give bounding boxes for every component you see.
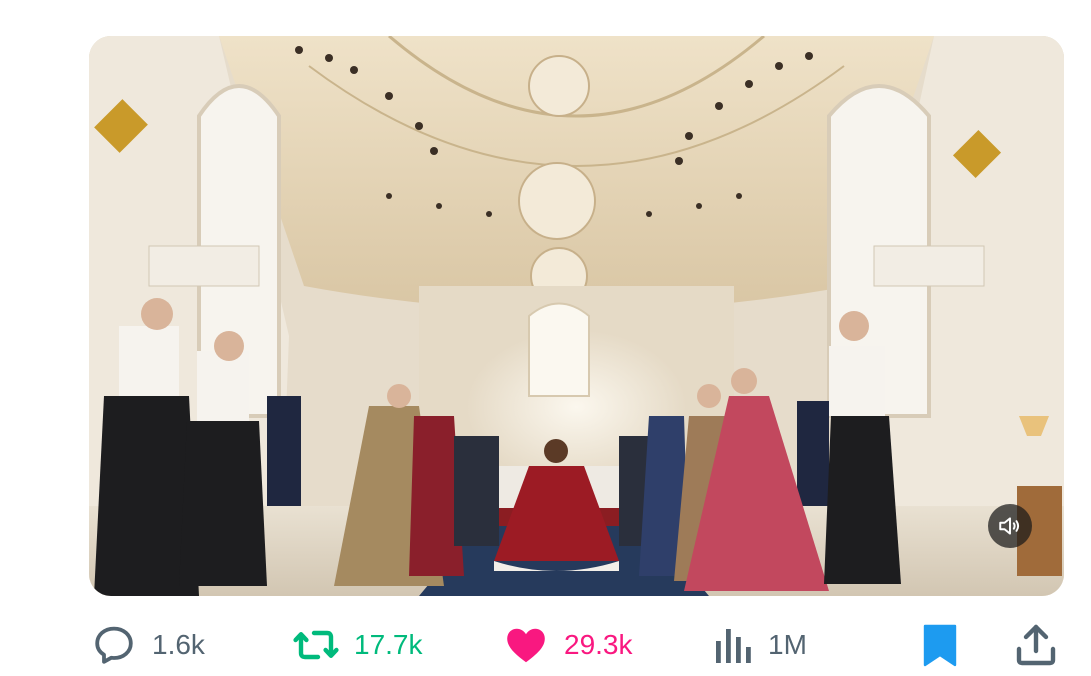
reply-count: 1.6k <box>152 629 205 660</box>
views-count: 1M <box>768 629 807 660</box>
share-button[interactable] <box>1012 618 1060 672</box>
heart-filled-icon <box>507 628 545 663</box>
retweet-count: 17.7k <box>354 629 423 660</box>
retweet-icon <box>293 630 339 660</box>
reply-bubble-icon <box>95 626 133 664</box>
video-frame-illustration <box>89 36 1064 596</box>
views-button[interactable]: 1M <box>712 618 807 672</box>
tweet-video[interactable] <box>89 36 1064 596</box>
bookmark-button[interactable] <box>918 618 962 672</box>
like-button[interactable]: 29.3k <box>502 618 633 672</box>
share-upload-icon <box>1016 624 1056 666</box>
tweet-action-bar: 1.6k 17.7k 29.3k 1M <box>0 618 1091 672</box>
speaker-muted-icon <box>999 517 1020 535</box>
bar-chart-icon <box>716 629 751 663</box>
tweet-card: 1.6k 17.7k 29.3k 1M <box>0 0 1091 676</box>
bookmark-filled-icon <box>923 624 957 667</box>
retweet-button[interactable]: 17.7k <box>292 618 423 672</box>
mute-button[interactable] <box>988 504 1032 548</box>
reply-button[interactable]: 1.6k <box>90 618 205 672</box>
like-count: 29.3k <box>564 629 633 660</box>
